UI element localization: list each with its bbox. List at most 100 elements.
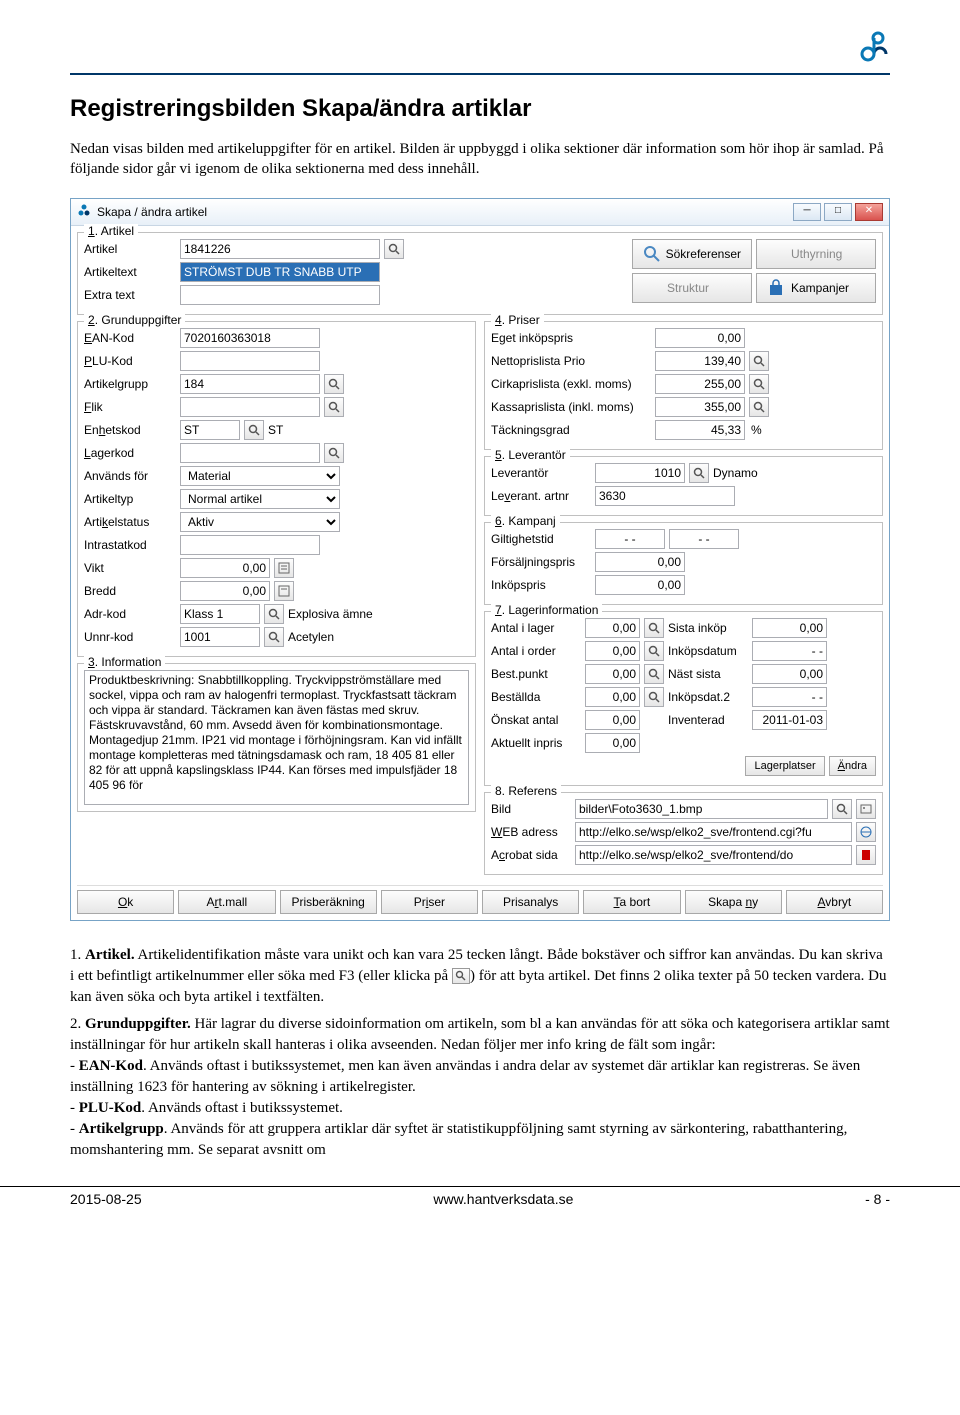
plu-input[interactable] bbox=[180, 351, 320, 371]
lager-value2-input[interactable] bbox=[752, 641, 827, 661]
bredd-calc-button[interactable] bbox=[274, 581, 294, 601]
artikelgrupp-lookup[interactable] bbox=[324, 374, 344, 394]
artikeltyp-select[interactable]: Normal artikel bbox=[180, 489, 340, 509]
lager-lookup[interactable] bbox=[644, 687, 664, 707]
prisberakning-button[interactable]: Prisberäkning bbox=[280, 890, 377, 914]
lager-value2-input[interactable] bbox=[752, 664, 827, 684]
search-large-icon bbox=[643, 245, 660, 263]
ok-button[interactable]: Ok bbox=[77, 890, 174, 914]
enhetskod-input[interactable] bbox=[180, 420, 240, 440]
artmall-button[interactable]: Art.mall bbox=[178, 890, 275, 914]
lagerkod-lookup[interactable] bbox=[324, 443, 344, 463]
leverantor-input[interactable] bbox=[595, 463, 685, 483]
adrkod-input[interactable] bbox=[180, 604, 260, 624]
forsaljpris-input[interactable] bbox=[595, 552, 685, 572]
vikt-input[interactable] bbox=[180, 558, 270, 578]
close-button[interactable]: ✕ bbox=[855, 203, 883, 221]
lager-value2-input[interactable] bbox=[752, 710, 827, 730]
artikeltext-label: Artikeltext bbox=[84, 265, 176, 279]
kampanjer-button[interactable]: Kampanjer bbox=[756, 273, 876, 303]
lager-value-input[interactable] bbox=[585, 710, 640, 730]
vikt-label: Vikt bbox=[84, 561, 176, 575]
price-input[interactable] bbox=[655, 420, 745, 440]
web-input[interactable] bbox=[575, 822, 852, 842]
inkopspris-input[interactable] bbox=[595, 575, 685, 595]
artikelstatus-select[interactable]: Aktiv bbox=[180, 512, 340, 532]
vikt-calc-button[interactable] bbox=[274, 558, 294, 578]
maximize-button[interactable]: □ bbox=[824, 203, 852, 221]
unnrkod-lookup[interactable] bbox=[264, 627, 284, 647]
lager-value2-input[interactable] bbox=[752, 687, 827, 707]
pdf-icon bbox=[860, 849, 872, 861]
acrobat-open-button[interactable] bbox=[856, 845, 876, 865]
unnrkod-text: Acetylen bbox=[288, 630, 334, 644]
giltighet-to-input[interactable] bbox=[669, 529, 739, 549]
section-lager: 7. Lagerinformation Antal i lagerSista i… bbox=[484, 611, 883, 786]
information-textarea[interactable]: Produktbeskrivning: Snabbtillkoppling. T… bbox=[84, 670, 469, 805]
lager-value-input[interactable] bbox=[585, 733, 640, 753]
artikelgrupp-input[interactable] bbox=[180, 374, 320, 394]
levartnr-input[interactable] bbox=[595, 486, 735, 506]
bild-lookup[interactable] bbox=[832, 799, 852, 819]
artikelstatus-label: Artikelstatus bbox=[84, 515, 176, 529]
lager-value-input[interactable] bbox=[585, 687, 640, 707]
lager-value-input[interactable] bbox=[585, 618, 640, 638]
artikelgrupp-label: Artikelgrupp bbox=[84, 377, 176, 391]
ean-input[interactable] bbox=[180, 328, 320, 348]
bild-input[interactable] bbox=[575, 799, 828, 819]
price-input[interactable] bbox=[655, 374, 745, 394]
tabort-button[interactable]: Ta bort bbox=[583, 890, 680, 914]
struktur-button[interactable]: Struktur bbox=[632, 273, 752, 303]
lagerkod-input[interactable] bbox=[180, 443, 320, 463]
minimize-button[interactable]: ─ bbox=[793, 203, 821, 221]
leverantor-label: Leverantör bbox=[491, 466, 591, 480]
leverantor-lookup[interactable] bbox=[689, 463, 709, 483]
adrkod-lookup[interactable] bbox=[264, 604, 284, 624]
lager-lookup[interactable] bbox=[644, 664, 664, 684]
unnrkod-label: Unnr-kod bbox=[84, 630, 176, 644]
price-input[interactable] bbox=[655, 351, 745, 371]
flik-input[interactable] bbox=[180, 397, 320, 417]
enhet-lookup[interactable] bbox=[244, 420, 264, 440]
price-lookup-button[interactable] bbox=[749, 397, 769, 417]
bild-open-button[interactable] bbox=[856, 799, 876, 819]
anvandsfor-label: Används för bbox=[84, 469, 176, 483]
flik-lookup[interactable] bbox=[324, 397, 344, 417]
avbryt-button[interactable]: Avbryt bbox=[786, 890, 883, 914]
giltighet-from-input[interactable] bbox=[595, 529, 665, 549]
section-kampanj-legend: 6. Kampanj bbox=[491, 514, 560, 528]
acrobat-input[interactable] bbox=[575, 845, 852, 865]
price-input[interactable] bbox=[655, 328, 745, 348]
priser-button[interactable]: Priser bbox=[381, 890, 478, 914]
lager-value-input[interactable] bbox=[585, 664, 640, 684]
search-icon bbox=[648, 622, 660, 634]
price-lookup-button[interactable] bbox=[749, 374, 769, 394]
web-open-button[interactable] bbox=[856, 822, 876, 842]
lager-value2-input[interactable] bbox=[752, 618, 827, 638]
list-item-1: 1. Artikel. Artikelidentifikation måste … bbox=[70, 945, 890, 1008]
section-information: 3. Information Produktbeskrivning: Snabb… bbox=[77, 663, 476, 812]
artikel-lookup-button[interactable] bbox=[384, 239, 404, 259]
skapany-button[interactable]: Skapa ny bbox=[685, 890, 782, 914]
uthyrning-button[interactable]: Uthyrning bbox=[756, 239, 876, 269]
artikel-input[interactable] bbox=[180, 239, 380, 259]
bredd-input[interactable] bbox=[180, 581, 270, 601]
extratext-input[interactable] bbox=[180, 285, 380, 305]
price-lookup-button[interactable] bbox=[749, 351, 769, 371]
leverantor-name: Dynamo bbox=[713, 466, 758, 480]
sokreferenser-button[interactable]: Sökreferenser bbox=[632, 239, 752, 269]
extratext-label: Extra text bbox=[84, 288, 176, 302]
lagerplatser-button[interactable]: Lagerplatser bbox=[745, 756, 824, 776]
unnrkod-input[interactable] bbox=[180, 627, 260, 647]
price-label: Nettoprislista Prio bbox=[491, 354, 651, 368]
lager-lookup[interactable] bbox=[644, 618, 664, 638]
prisanalys-button[interactable]: Prisanalys bbox=[482, 890, 579, 914]
lager-value-input[interactable] bbox=[585, 641, 640, 661]
artikeltext-input[interactable] bbox=[180, 262, 380, 282]
lager-lookup[interactable] bbox=[644, 641, 664, 661]
andra-button[interactable]: Ändra bbox=[829, 756, 876, 776]
price-input[interactable] bbox=[655, 397, 745, 417]
intrastat-input[interactable] bbox=[180, 535, 320, 555]
inkopspris-label: Inköpspris bbox=[491, 578, 591, 592]
anvandsfor-select[interactable]: Material bbox=[180, 466, 340, 486]
